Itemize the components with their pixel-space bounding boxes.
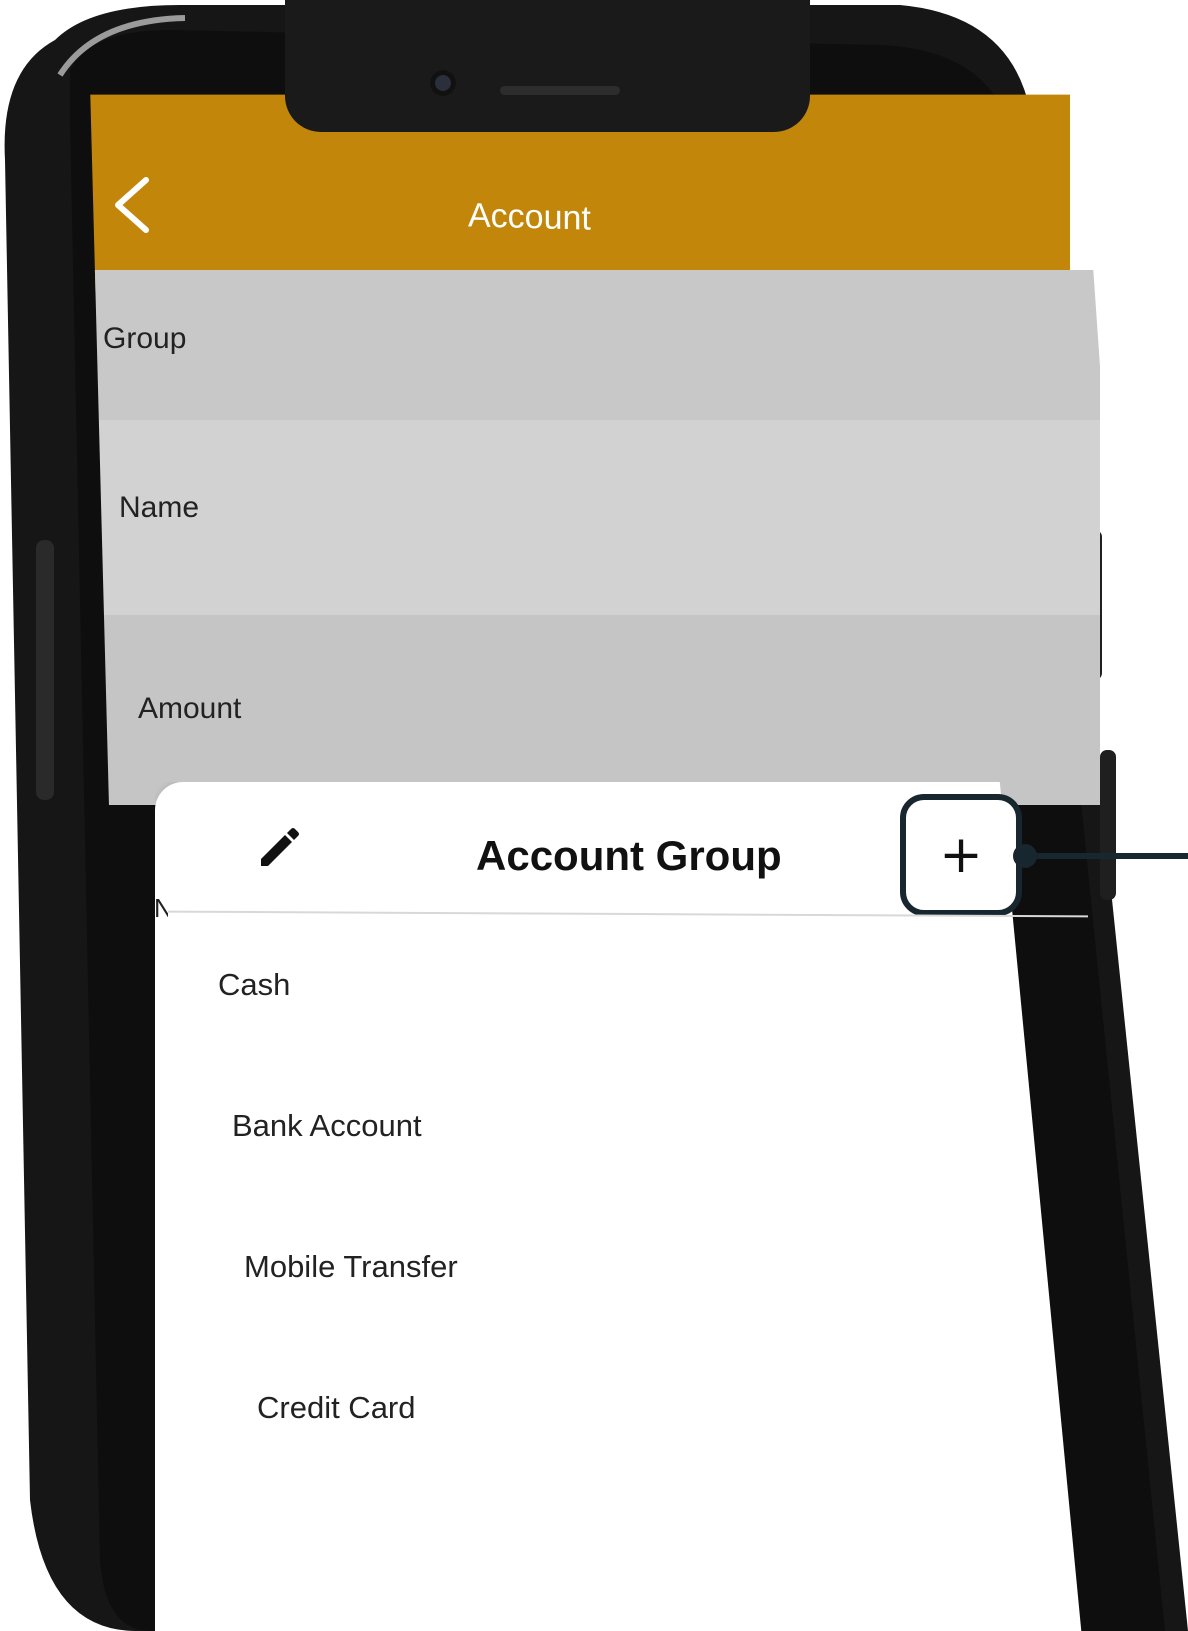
sheet-title: Account Group [476,832,782,879]
pencil-icon[interactable] [255,826,303,874]
notch [285,0,810,132]
speaker [500,86,620,95]
name-row[interactable] [90,420,1100,615]
occluded-row-label: N [154,893,168,923]
name-label: Name [119,491,200,524]
app-screenshot: Account Group Name Amount N Account Grou… [0,0,1188,1631]
page-title: Account [468,196,591,238]
camera [430,70,456,96]
chevron-left-icon[interactable] [110,176,158,234]
list-item-cash[interactable]: Cash [218,967,290,1003]
callout-dot [1013,844,1037,868]
list-item-mobile-transfer[interactable]: Mobile Transfer [244,1249,458,1285]
callout-line [1018,853,1188,859]
plus-icon: + [939,825,983,885]
list-item-credit-card[interactable]: Credit Card [257,1390,416,1426]
add-account-group-button[interactable]: + [900,794,1022,916]
amount-label: Amount [138,692,242,725]
group-label: Group [103,322,187,355]
list-item-bank-account[interactable]: Bank Account [232,1108,422,1144]
group-row[interactable] [90,270,1100,420]
